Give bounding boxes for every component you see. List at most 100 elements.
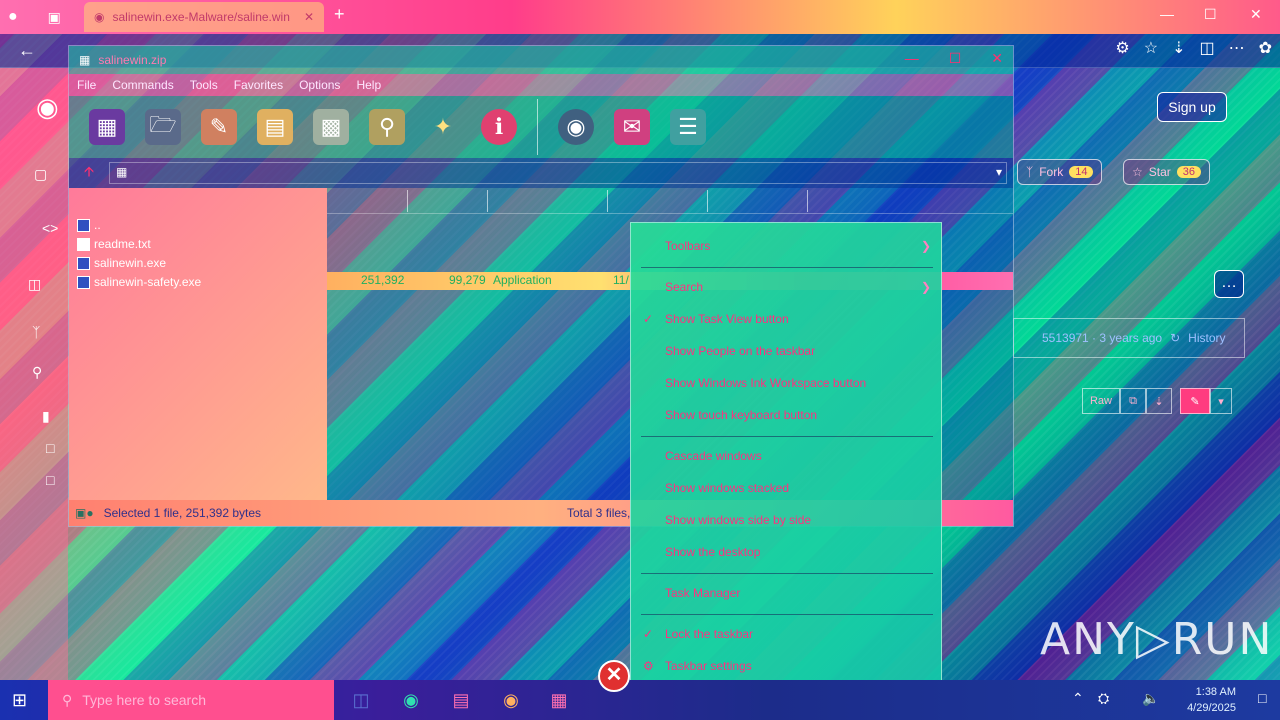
- extension-icon[interactable]: ⚙: [1115, 38, 1129, 58]
- delete-trash-icon[interactable]: ▩: [313, 109, 349, 145]
- col-divider[interactable]: [707, 190, 708, 212]
- notification-icon[interactable]: □: [1258, 690, 1266, 706]
- favorites-icon[interactable]: ☆: [1144, 38, 1158, 58]
- menu-favorites[interactable]: Favorites: [234, 78, 283, 92]
- menu-item-task-view[interactable]: ✓ Show Task View button: [631, 306, 941, 332]
- menu-separator: [641, 573, 933, 574]
- branch-icon[interactable]: ᛉ: [32, 324, 40, 340]
- menu-item-label: Search: [665, 280, 704, 294]
- error-close-icon: ✕: [598, 660, 630, 692]
- profile-icon[interactable]: ●: [8, 8, 18, 26]
- menu-item-show-desktop[interactable]: Show the desktop: [631, 539, 941, 565]
- folder-icon[interactable]: ▮: [42, 408, 50, 425]
- menu-item-cascade[interactable]: Cascade windows: [631, 443, 941, 469]
- col-divider[interactable]: [487, 190, 488, 212]
- fm-maximize-icon[interactable]: ☐: [949, 50, 962, 67]
- more-options-button[interactable]: …: [1214, 270, 1244, 298]
- volume-icon[interactable]: 🔈: [1142, 690, 1159, 707]
- search-file-icon[interactable]: ⚲: [32, 364, 42, 381]
- menu-item-task-manager[interactable]: Task Manager: [631, 580, 941, 606]
- network-icon[interactable]: ⛭: [1098, 690, 1109, 707]
- view-book-icon[interactable]: ▤: [257, 109, 293, 145]
- menu-item-taskbar-settings[interactable]: ⚙ Taskbar settings: [631, 653, 941, 679]
- new-tab-button[interactable]: +: [334, 4, 345, 25]
- copy-icon[interactable]: ⧉: [1120, 388, 1146, 414]
- menu-file[interactable]: File: [77, 78, 96, 92]
- menu-item-ink[interactable]: Show Windows Ink Workspace button: [631, 370, 941, 396]
- download-icon[interactable]: ⇣: [1172, 38, 1185, 58]
- collections-icon[interactable]: ◫: [1199, 38, 1214, 58]
- file-row-safety[interactable]: salinewin-safety.exe: [77, 273, 201, 291]
- raw-button[interactable]: Raw: [1082, 388, 1120, 414]
- menu-item-people[interactable]: Show People on the taskbar: [631, 338, 941, 364]
- copilot-icon[interactable]: ✿: [1259, 38, 1272, 58]
- menu-item-touch-keyboard[interactable]: Show touch keyboard button: [631, 402, 941, 428]
- info-icon[interactable]: ℹ: [481, 109, 517, 145]
- browser-tab[interactable]: ◉ salinewin.exe-Malware/saline.win ✕: [84, 2, 324, 32]
- commit-text[interactable]: 5513971 · 3 years ago: [1042, 331, 1162, 345]
- signup-button[interactable]: Sign up: [1157, 92, 1227, 122]
- menu-item-search[interactable]: Search ❯: [631, 274, 941, 300]
- status-selected: Selected 1 file, 251,392 bytes: [103, 506, 262, 520]
- taskbar-search-box[interactable]: ⚲ Type here to search: [48, 680, 334, 720]
- tab-actions-icon[interactable]: ▣: [48, 9, 61, 26]
- col-divider[interactable]: [807, 190, 808, 212]
- task-view-icon[interactable]: ◫: [346, 686, 376, 714]
- sfx-books-icon[interactable]: ☰: [670, 109, 706, 145]
- edit-icon[interactable]: ✎: [1180, 388, 1210, 414]
- fm-close-icon[interactable]: ✕: [991, 50, 1003, 67]
- menu-dots-icon[interactable]: ⋯: [1229, 38, 1245, 58]
- star-button[interactable]: ☆ Star 36: [1123, 159, 1211, 185]
- tab-close-icon[interactable]: ✕: [304, 10, 314, 24]
- fm-minimize-icon[interactable]: —: [905, 50, 919, 67]
- menu-item-stacked[interactable]: Show windows stacked: [631, 475, 941, 501]
- menu-item-label: Show windows side by side: [665, 513, 812, 527]
- path-dropdown-icon[interactable]: ▾: [996, 165, 1002, 179]
- status-drive-icon: ▣●: [75, 506, 94, 520]
- file-row-readme[interactable]: readme.txt: [77, 235, 151, 253]
- extract-folder-icon[interactable]: 🗁: [145, 109, 181, 145]
- test-clipboard-icon[interactable]: ✎: [201, 109, 237, 145]
- comment-icon[interactable]: ✉: [614, 109, 650, 145]
- code-tab-icon[interactable]: <>: [42, 220, 58, 236]
- file-icon[interactable]: □: [46, 440, 54, 456]
- menu-item-lock-taskbar[interactable]: ✓ Lock the taskbar: [631, 621, 941, 647]
- col-divider[interactable]: [407, 190, 408, 212]
- menu-help[interactable]: Help: [356, 78, 381, 92]
- col-divider[interactable]: [607, 190, 608, 212]
- up-folder-icon[interactable]: 🡩: [69, 161, 109, 185]
- github-logo-icon[interactable]: ◉: [36, 92, 59, 123]
- taskbar: ⊞ ⚲ Type here to search ◫ ◉ ▤ ◉ ▦ ⌃ ⛭ 🔈 …: [0, 680, 1280, 720]
- edit-dropdown-icon[interactable]: ▾: [1210, 388, 1232, 414]
- add-archive-icon[interactable]: ▦: [89, 109, 125, 145]
- menu-item-toolbars[interactable]: Toolbars ❯: [631, 233, 941, 259]
- file-explorer-icon[interactable]: ▤: [446, 686, 476, 714]
- menu-separator: [641, 267, 933, 268]
- windows-start-icon[interactable]: ⊞: [12, 690, 27, 711]
- file-row-salinewin[interactable]: salinewin.exe: [77, 254, 166, 272]
- fork-count: 14: [1069, 166, 1094, 178]
- menu-tools[interactable]: Tools: [190, 78, 218, 92]
- window-maximize-button[interactable]: ☐: [1204, 6, 1217, 23]
- menu-options[interactable]: Options: [299, 78, 340, 92]
- file-row-parent[interactable]: ..: [77, 216, 101, 234]
- history-link[interactable]: History: [1188, 331, 1225, 345]
- window-close-button[interactable]: ✕: [1250, 6, 1262, 23]
- wizard-wand-icon[interactable]: ✦: [425, 109, 461, 145]
- tray-chevron-icon[interactable]: ⌃: [1072, 690, 1084, 707]
- taskbar-clock[interactable]: 1:38 AM 4/29/2025: [1187, 684, 1236, 716]
- firefox-icon[interactable]: ◉: [496, 686, 526, 714]
- active-file-icon[interactable]: □: [46, 472, 54, 488]
- window-minimize-button[interactable]: —: [1160, 6, 1174, 22]
- find-magnifier-icon[interactable]: ⚲: [369, 109, 405, 145]
- menu-item-side-by-side[interactable]: Show windows side by side: [631, 507, 941, 533]
- download-raw-icon[interactable]: ⇣: [1146, 388, 1172, 414]
- path-combo[interactable]: ▦ ▾: [109, 162, 1007, 184]
- fork-button[interactable]: ᛉ Fork 14: [1017, 159, 1103, 185]
- virus-scan-icon[interactable]: ◉: [558, 109, 594, 145]
- panel-toggle-icon[interactable]: ◫: [28, 276, 41, 293]
- back-arrow-icon[interactable]: ←: [18, 40, 36, 61]
- menu-commands[interactable]: Commands: [112, 78, 173, 92]
- archiver-app-icon[interactable]: ▦: [544, 686, 574, 714]
- edge-browser-icon[interactable]: ◉: [396, 686, 426, 714]
